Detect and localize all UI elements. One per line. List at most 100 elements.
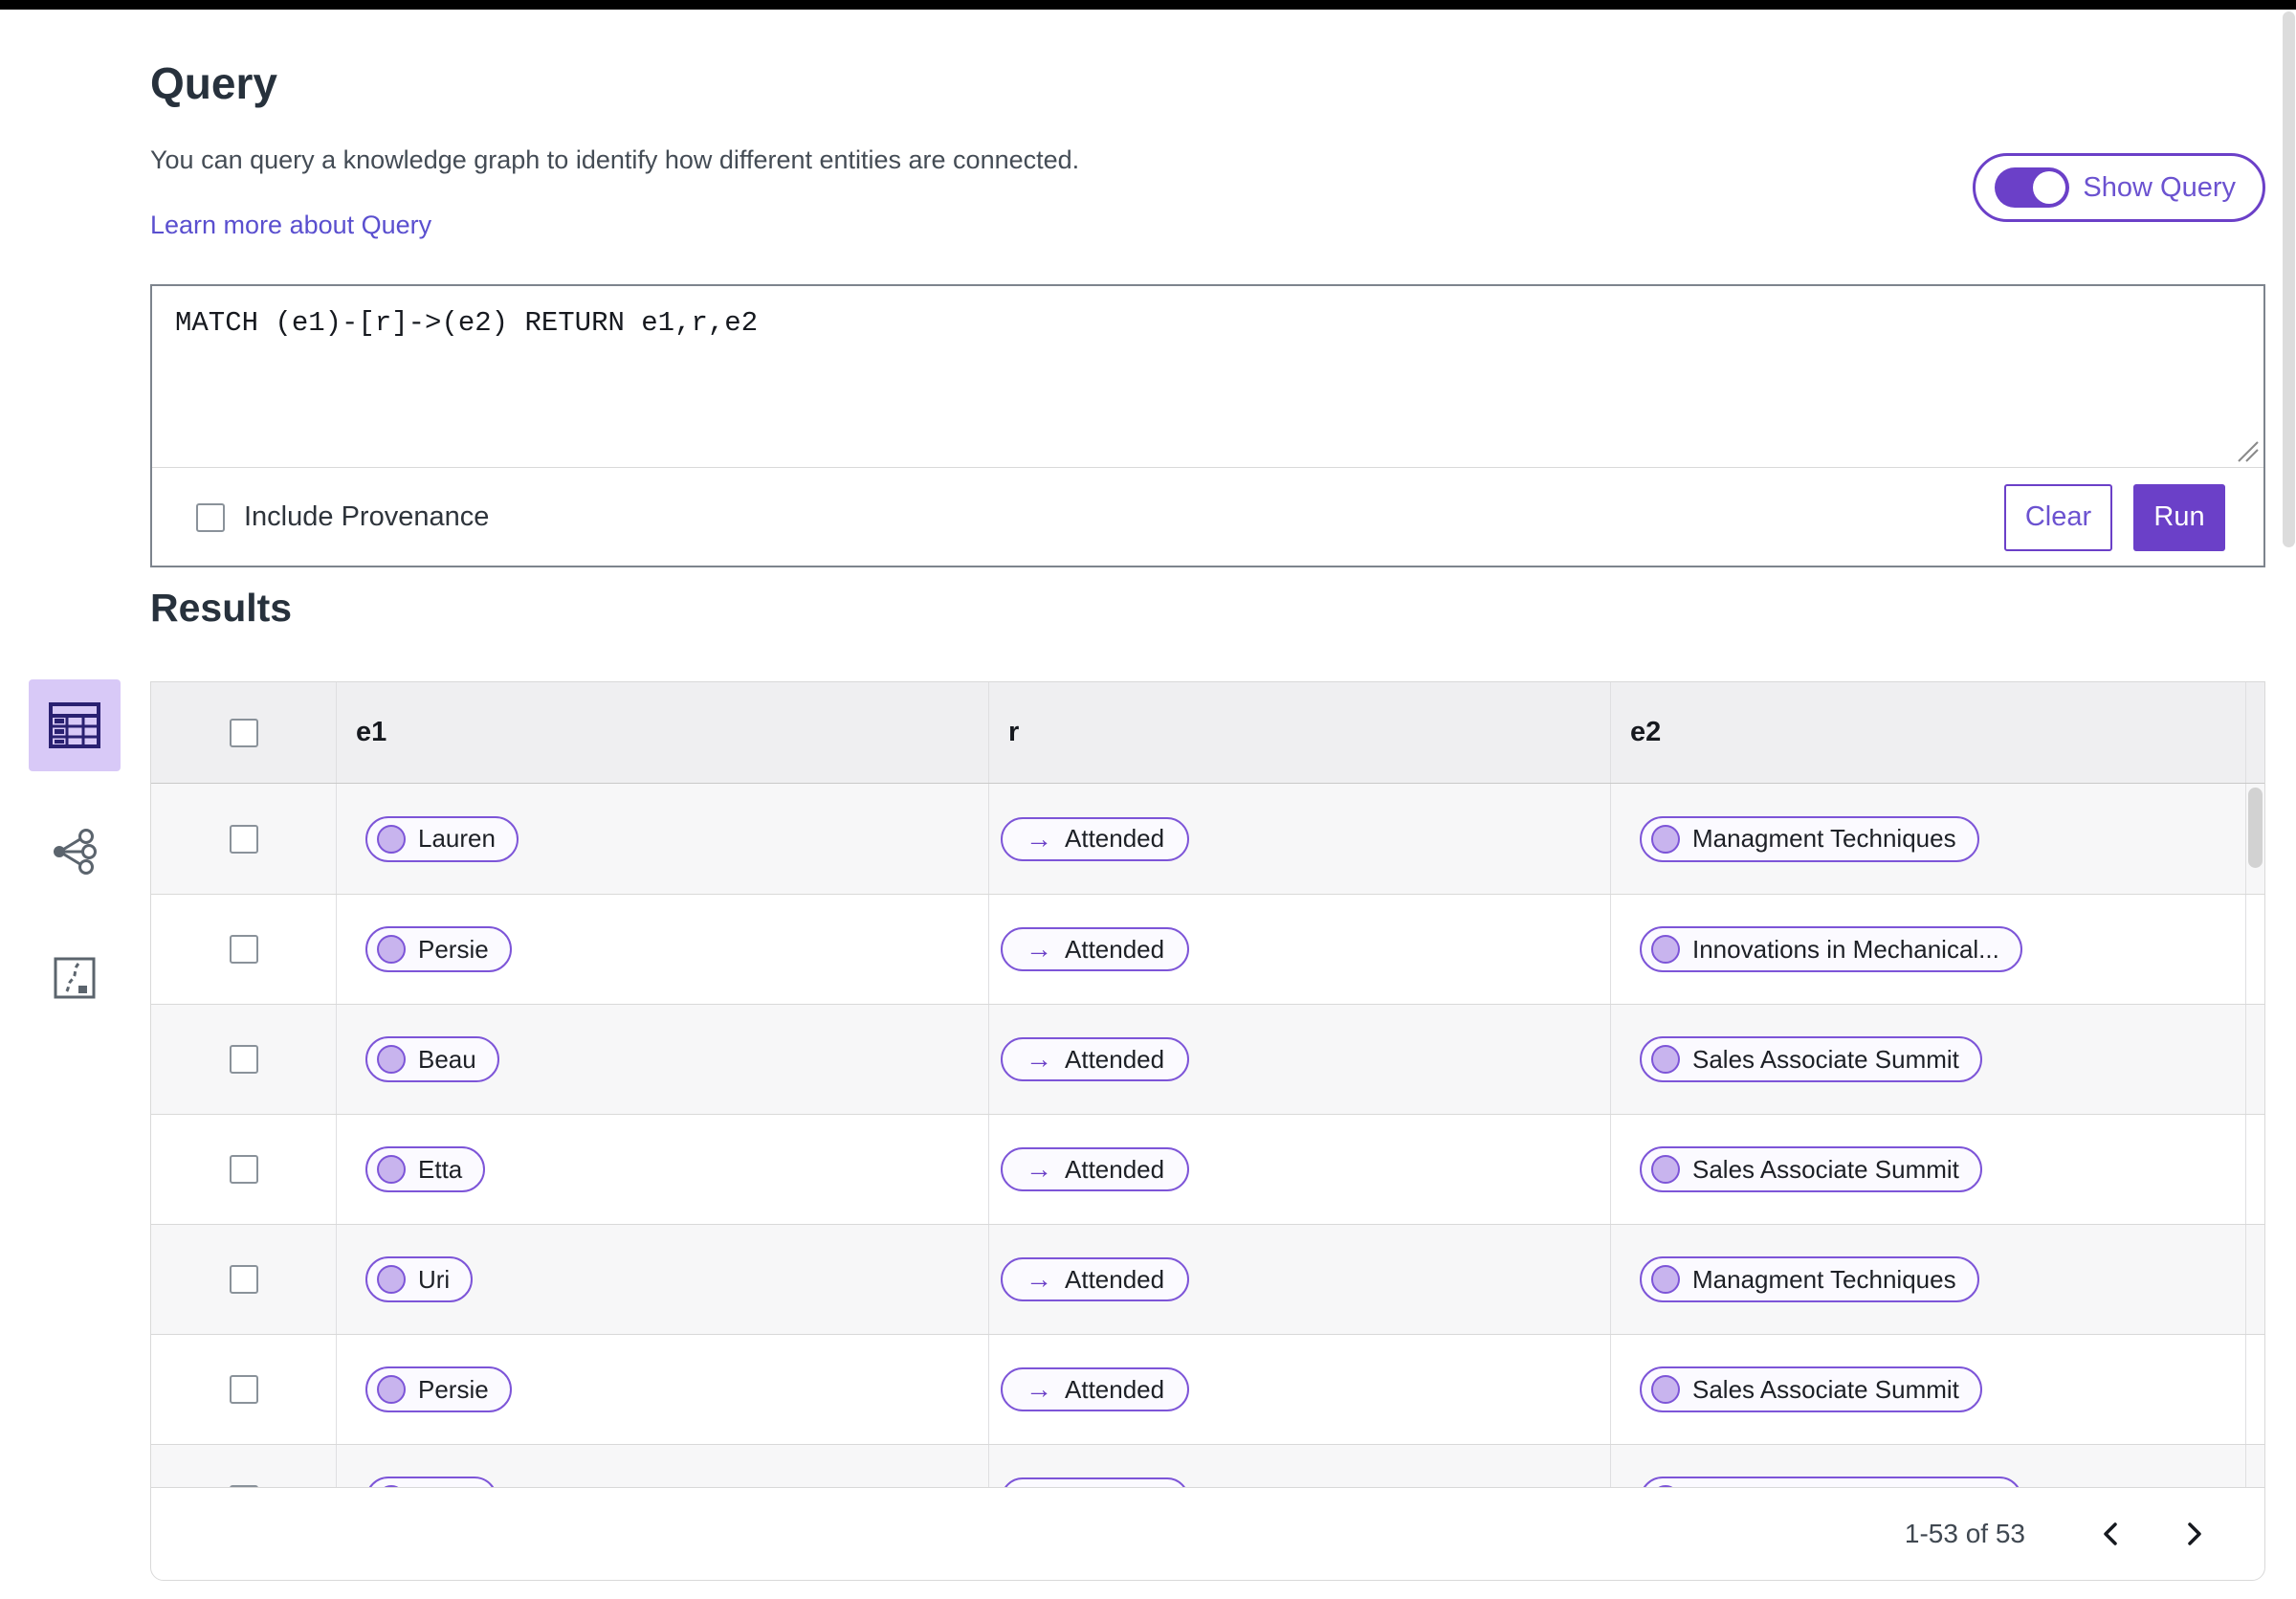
pagination-range: 1-53 of 53 [1904, 1519, 2025, 1548]
arrow-right-icon: → [1026, 1264, 1052, 1294]
entity-pill-e1[interactable]: Etta [365, 1146, 486, 1192]
entity-node-icon [1651, 1265, 1680, 1294]
map-view-icon [54, 957, 96, 999]
entity-pill-e1[interactable]: Persie [365, 1366, 512, 1412]
entity-label: Etta [418, 1154, 463, 1184]
entity-label: Sales Associate Summit [1692, 1154, 1959, 1184]
entity-label: Sales Associate Summit [1692, 1374, 1959, 1404]
graph-view-icon [54, 829, 97, 875]
entity-pill-e2[interactable]: Sales Associate Summit [1640, 1366, 1982, 1412]
arrow-right-icon: → [1026, 823, 1052, 854]
relation-pill[interactable]: → Attended [1001, 1257, 1190, 1301]
page-scrollbar[interactable] [2283, 11, 2295, 547]
relation-pill[interactable]: → Attended [1001, 927, 1190, 971]
entity-node-icon [1651, 1155, 1680, 1184]
previous-page-button[interactable] [2090, 1513, 2132, 1555]
entity-node-icon [377, 1155, 406, 1184]
relation-pill[interactable]: → Attended [1001, 1037, 1190, 1081]
entity-node-icon [377, 1265, 406, 1294]
row-checkbox[interactable] [229, 1045, 258, 1074]
table-view-button[interactable] [29, 679, 121, 771]
row-checkbox[interactable] [229, 1155, 258, 1184]
table-view-icon [49, 702, 100, 748]
resize-handle-icon[interactable] [2235, 438, 2260, 463]
entity-node-icon [1651, 935, 1680, 964]
entity-label: Persie [418, 934, 489, 964]
entity-pill-e1[interactable]: Persie [365, 926, 512, 972]
entity-pill-e2[interactable]: Sales Associate Summit [1640, 1036, 1982, 1082]
row-checkbox[interactable] [229, 824, 258, 854]
entity-label: Uri [418, 1264, 451, 1294]
relation-pill[interactable]: → Attended [1001, 1367, 1190, 1411]
chevron-right-icon [2188, 1522, 2201, 1545]
graph-view-button[interactable] [29, 806, 121, 898]
relation-label: Attended [1065, 1374, 1165, 1404]
results-table: e1 r e2 Lauren → Attended Managment Techniq… [150, 681, 2265, 1581]
relation-label: Attended [1065, 824, 1165, 853]
query-text[interactable]: MATCH (e1)-[r]->(e2) RETURN e1,r,e2 [175, 307, 2263, 339]
entity-pill-e2[interactable]: Managment Techniques [1640, 815, 1979, 862]
chevron-left-icon [2104, 1522, 2117, 1545]
window-top-edge [0, 0, 2296, 10]
entity-label: Persie [418, 1374, 489, 1404]
entity-pill-e1[interactable]: Lauren [365, 815, 519, 862]
entity-label: Beau [418, 1044, 476, 1074]
query-textarea[interactable]: MATCH (e1)-[r]->(e2) RETURN e1,r,e2 [152, 286, 2263, 468]
arrow-right-icon: → [1026, 1154, 1052, 1184]
relation-pill[interactable]: → Attended [1001, 816, 1190, 861]
toggle-knob [2033, 171, 2066, 204]
query-panel: MATCH (e1)-[r]->(e2) RETURN e1,r,e2 Incl… [150, 284, 2265, 567]
entity-node-icon [377, 824, 406, 854]
table-row: Persie → Attended Innovations in Mechanical… [151, 894, 2264, 1004]
show-query-label: Show Query [2083, 171, 2236, 203]
table-row: Etta → Attended Sales Associate Summit [151, 1114, 2264, 1224]
page-description: You can query a knowledge graph to ident… [150, 145, 1080, 174]
relation-label: Attended [1065, 934, 1165, 964]
results-heading: Results [150, 586, 293, 630]
entity-pill-e1[interactable]: Beau [365, 1036, 499, 1082]
relation-pill[interactable]: → Attended [1001, 1147, 1190, 1191]
arrow-right-icon: → [1026, 934, 1052, 964]
entity-node-icon [1651, 1375, 1680, 1404]
table-body: Lauren → Attended Managment Techniques Persi… [151, 784, 2264, 1554]
arrow-right-icon: → [1026, 1044, 1052, 1074]
entity-label: Managment Techniques [1692, 1264, 1956, 1294]
entity-node-icon [1651, 1045, 1680, 1074]
entity-pill-e1[interactable]: Uri [365, 1256, 474, 1302]
column-header-e2[interactable]: e2 [1610, 682, 2245, 783]
page-title: Query [150, 58, 277, 108]
entity-label: Managment Techniques [1692, 824, 1956, 853]
entity-pill-e2[interactable]: Managment Techniques [1640, 1256, 1979, 1302]
table-row: Uri → Attended Managment Techniques [151, 1224, 2264, 1334]
pagination-bar: 1-53 of 53 [151, 1487, 2264, 1580]
relation-label: Attended [1065, 1044, 1165, 1074]
relation-label: Attended [1065, 1264, 1165, 1294]
column-header-e1[interactable]: e1 [336, 682, 988, 783]
select-all-checkbox[interactable] [229, 718, 258, 747]
include-provenance-checkbox[interactable] [196, 502, 225, 532]
entity-label: Innovations in Mechanical... [1692, 934, 1999, 964]
table-row: Beau → Attended Sales Associate Summit [151, 1004, 2264, 1114]
clear-button[interactable]: Clear [2004, 483, 2112, 551]
row-checkbox[interactable] [229, 1265, 258, 1294]
entity-node-icon [377, 1375, 406, 1404]
row-checkbox[interactable] [229, 935, 258, 964]
query-footer: Include Provenance Clear Run [152, 468, 2263, 566]
entity-pill-e2[interactable]: Innovations in Mechanical... [1640, 926, 2022, 972]
next-page-button[interactable] [2173, 1513, 2215, 1555]
learn-more-link[interactable]: Learn more about Query [150, 211, 431, 240]
include-provenance-label: Include Provenance [244, 501, 490, 532]
entity-node-icon [1651, 824, 1680, 854]
arrow-right-icon: → [1026, 1374, 1052, 1404]
entity-label: Sales Associate Summit [1692, 1044, 1959, 1074]
row-checkbox[interactable] [229, 1375, 258, 1404]
toggle-switch-icon[interactable] [1995, 167, 2070, 208]
column-header-r[interactable]: r [988, 682, 1610, 783]
entity-pill-e2[interactable]: Sales Associate Summit [1640, 1146, 1982, 1192]
show-query-toggle[interactable]: Show Query [1973, 153, 2265, 222]
run-button[interactable]: Run [2133, 483, 2225, 551]
map-view-button[interactable] [29, 932, 121, 1024]
table-scrollbar[interactable] [2248, 788, 2263, 868]
table-header: e1 r e2 [151, 682, 2264, 784]
results-view-switcher [29, 679, 121, 1024]
